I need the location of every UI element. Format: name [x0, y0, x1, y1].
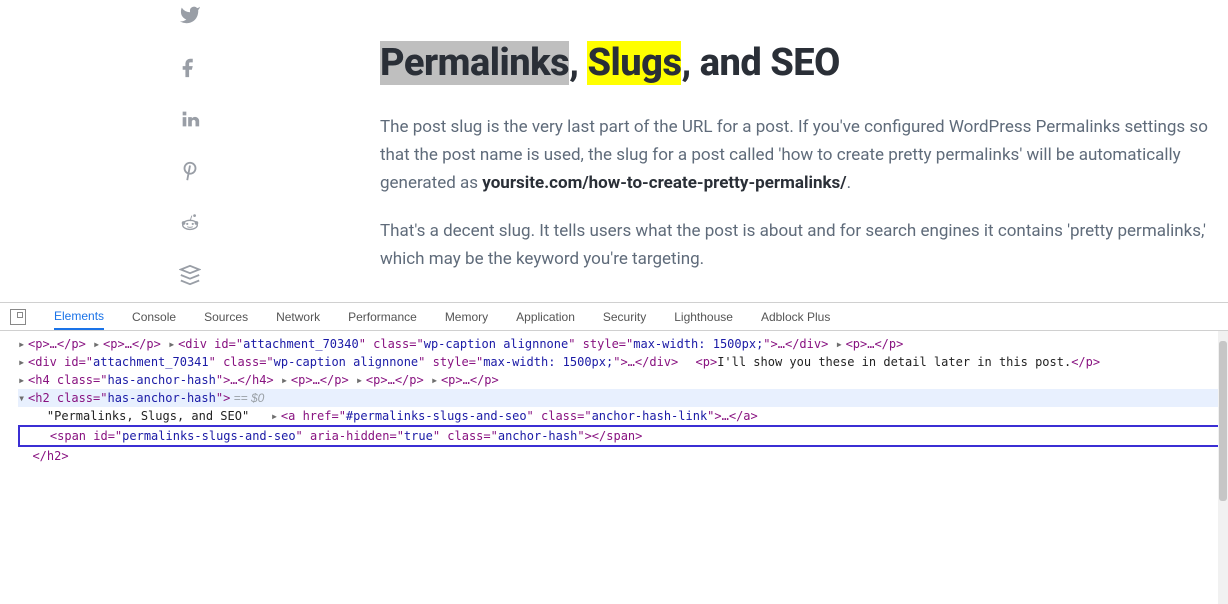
scrollbar[interactable]: [1218, 331, 1228, 604]
device-toolbar-icon[interactable]: [10, 309, 26, 325]
tab-console[interactable]: Console: [132, 310, 176, 324]
page-content: Permalinks, Slugs, and SEO The post slug…: [0, 0, 1228, 302]
example-url: yoursite.com/how-to-create-pretty-permal…: [482, 173, 846, 193]
tab-performance[interactable]: Performance: [348, 310, 417, 324]
facebook-icon[interactable]: [179, 56, 201, 84]
tab-adblock[interactable]: Adblock Plus: [761, 310, 830, 324]
article-body: Permalinks, Slugs, and SEO The post slug…: [380, 0, 1228, 302]
twitter-icon[interactable]: [179, 4, 201, 32]
tab-sources[interactable]: Sources: [204, 310, 248, 324]
heading-highlight-permalinks: Permalinks: [380, 41, 569, 85]
tab-lighthouse[interactable]: Lighthouse: [674, 310, 733, 324]
highlighted-dom-node[interactable]: <span id="permalinks-slugs-and-seo" aria…: [18, 425, 1228, 447]
article-heading: Permalinks, Slugs, and SEO: [380, 32, 1228, 95]
heading-highlight-slugs: Slugs: [587, 41, 681, 85]
tab-network[interactable]: Network: [276, 310, 320, 324]
dom-tree[interactable]: ▸<p>…</p> ▸<p>…</p> ▸<div id="attachment…: [0, 331, 1228, 465]
tab-memory[interactable]: Memory: [445, 310, 488, 324]
social-share-column: [0, 0, 380, 302]
pinterest-icon[interactable]: [179, 160, 201, 188]
scrollbar-thumb[interactable]: [1219, 341, 1227, 501]
devtools-tabbar: Elements Console Sources Network Perform…: [0, 303, 1228, 331]
tab-application[interactable]: Application: [516, 310, 575, 324]
buffer-icon[interactable]: [179, 264, 201, 292]
selected-dom-node[interactable]: ▾<h2 class="has-anchor-hash"> == $0: [18, 389, 1228, 407]
devtools-panel: Elements Console Sources Network Perform…: [0, 302, 1228, 604]
article-paragraph: The post slug is the very last part of t…: [380, 113, 1228, 197]
tab-security[interactable]: Security: [603, 310, 646, 324]
article-paragraph: That's a decent slug. It tells users wha…: [380, 217, 1228, 273]
linkedin-icon[interactable]: [179, 108, 201, 136]
reddit-icon[interactable]: [179, 212, 201, 240]
tab-elements[interactable]: Elements: [54, 309, 104, 330]
